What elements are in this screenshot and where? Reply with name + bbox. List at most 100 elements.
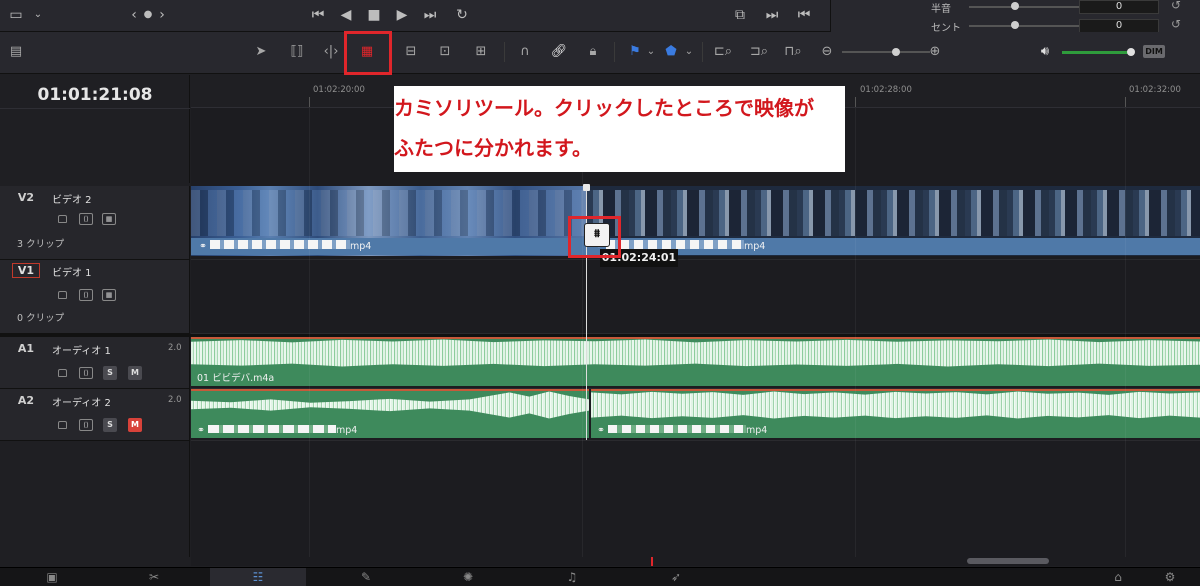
mute-button[interactable]: M	[128, 366, 142, 380]
fusion-page-icon[interactable]: ✎	[336, 568, 396, 586]
mute-button[interactable]: M	[128, 418, 142, 432]
track-header-v2[interactable]: V2 ビデオ 2 ⟨⟩ ▦ 3 クリップ	[0, 186, 190, 260]
auto-select-icon[interactable]: ⟨⟩	[79, 289, 93, 301]
zoom-slider-knob[interactable]	[892, 48, 900, 56]
film-icon[interactable]: ▦	[102, 213, 116, 225]
lock-icon[interactable]	[58, 291, 67, 299]
cut-page-icon[interactable]: ✂	[124, 568, 184, 586]
dim-button[interactable]: DIM	[1143, 45, 1165, 58]
reset-icon[interactable]: ↺	[1171, 17, 1181, 31]
semitone-value[interactable]: 0	[1079, 0, 1159, 14]
match-frame-icon[interactable]: ⧉	[730, 6, 750, 24]
cent-slider[interactable]	[969, 25, 1079, 27]
track-name[interactable]: オーディオ 1	[52, 342, 111, 357]
track-a1[interactable]: 01 ビビデバ.m4a	[191, 337, 1200, 389]
dynamic-trim-icon[interactable]: ‹|›	[318, 41, 344, 63]
link-icon: ⚭	[199, 241, 210, 252]
pitch-semitone-label: 半音	[931, 4, 951, 15]
track-header-v1[interactable]: V1 ビデオ 1 ⟨⟩ ▦ 0 クリップ	[0, 260, 190, 334]
edit-page-icon[interactable]: ☷	[210, 568, 306, 586]
track-header-a2[interactable]: A2 オーディオ 2 2.0 ⟨⟩ S M	[0, 389, 190, 441]
audio-clip[interactable]: 01 ビビデバ.m4a	[191, 337, 1200, 386]
snapping-icon[interactable]: ∩	[512, 41, 538, 63]
playhead-handle[interactable]	[583, 184, 590, 191]
replace-clip-icon[interactable]: ⊞	[468, 41, 494, 63]
timeline-view-options-icon[interactable]: ▤	[4, 41, 28, 63]
stop-icon[interactable]: ■	[364, 6, 384, 24]
detail-zoom-icon[interactable]: ⊐⌕	[746, 41, 772, 63]
timeline-empty-area[interactable]	[191, 441, 1200, 557]
audio-clip[interactable]: ⚭ mp4	[591, 389, 1200, 438]
trim-tool-icon[interactable]: ⟦⟧	[284, 41, 310, 63]
redacted-filename	[207, 425, 336, 433]
clip-thumbnails	[587, 190, 1200, 236]
cent-slider-knob[interactable]	[1011, 21, 1019, 29]
semitone-slider-knob[interactable]	[1011, 2, 1019, 10]
track-name[interactable]: ビデオ 2	[52, 191, 92, 206]
auto-select-icon[interactable]: ⟨⟩	[79, 419, 93, 431]
track-v2[interactable]: ⚭ mp4 ⚭ mp4	[191, 186, 1200, 260]
clip-filename: mp4	[743, 241, 766, 252]
semitone-slider[interactable]	[969, 6, 1079, 8]
gear-icon[interactable]: ⚙	[1150, 568, 1190, 586]
solo-button[interactable]: S	[103, 418, 117, 432]
go-to-end-icon[interactable]: ⏭	[420, 6, 440, 24]
next-icon[interactable]: ›	[152, 6, 172, 24]
play-reverse-icon[interactable]: ◀	[336, 6, 356, 24]
insert-clip-icon[interactable]: ⊟	[398, 41, 424, 63]
loop-icon[interactable]: ↻	[452, 6, 472, 24]
zoom-in-icon[interactable]: ⊕	[922, 41, 948, 63]
custom-zoom-icon[interactable]: ⊓⌕	[780, 41, 806, 63]
next-edit-icon[interactable]: ⏭	[762, 6, 782, 24]
play-icon[interactable]: ▶	[392, 6, 412, 24]
track-id[interactable]: V1	[12, 263, 40, 278]
volume-slider[interactable]	[1062, 51, 1130, 54]
track-a2[interactable]: ⚭ mp4 ⚭ mp4	[191, 389, 1200, 441]
previous-edit-icon[interactable]: ⏮	[794, 6, 814, 24]
ruler-tick-label: 01:02:28:00	[860, 85, 912, 95]
cent-value[interactable]: 0	[1079, 19, 1159, 33]
lock-icon[interactable]	[58, 215, 67, 223]
chevron-down-icon[interactable]: ⌄	[28, 6, 48, 24]
full-extent-zoom-icon[interactable]: ⊏⌕	[710, 41, 736, 63]
film-icon[interactable]: ▦	[102, 289, 116, 301]
fairlight-page-icon[interactable]: ♫	[542, 568, 602, 586]
edit-toolbar: ▤ ➤ ⟦⟧ ‹|› ▦ ⊟ ⊡ ⊞ ∩ 🔗︎ 🔒︎ ⚑ ⌄ ⬟ ⌄ ⊏⌕ ⊐⌕…	[0, 32, 1200, 74]
track-name[interactable]: ビデオ 1	[52, 264, 92, 279]
scrollbar-thumb[interactable]	[967, 558, 1049, 564]
lock-icon[interactable]	[58, 421, 67, 429]
reset-icon[interactable]: ↺	[1171, 0, 1181, 12]
go-to-start-icon[interactable]: ⏮	[308, 6, 328, 24]
zoom-out-icon[interactable]: ⊖	[814, 41, 840, 63]
deliver-page-icon[interactable]: ➶	[646, 568, 706, 586]
chevron-down-icon[interactable]: ⌄	[676, 41, 702, 63]
clip-label: ⚭ mp4	[587, 238, 1200, 255]
auto-select-icon[interactable]: ⟨⟩	[79, 367, 93, 379]
color-page-icon[interactable]: ✺	[438, 568, 498, 586]
selection-tool-icon[interactable]: ➤	[248, 41, 274, 63]
track-name[interactable]: オーディオ 2	[52, 394, 111, 409]
linked-selection-icon[interactable]: 🔗︎	[546, 41, 572, 63]
clip-label: ⚭ mp4	[191, 238, 586, 255]
channel-format: 2.0	[168, 395, 182, 405]
timeline-scrollbar[interactable]	[191, 557, 1200, 566]
redacted-filename	[209, 240, 350, 249]
timeline-timecode[interactable]: 01:01:21:08	[0, 85, 190, 105]
volume-icon[interactable]: 🔊︎	[1032, 41, 1058, 63]
home-icon[interactable]: ⌂	[1098, 568, 1138, 586]
track-header-a1[interactable]: A1 オーディオ 1 2.0 ⟨⟩ S M	[0, 337, 190, 389]
media-page-icon[interactable]: ▣	[22, 568, 82, 586]
track-v1[interactable]	[191, 260, 1200, 334]
annotation-callout: カミソリツール。クリックしたところで映像が ふたつに分かれます。	[394, 86, 845, 172]
lock-icon[interactable]	[58, 369, 67, 377]
auto-select-icon[interactable]: ⟨⟩	[79, 213, 93, 225]
position-lock-icon[interactable]: 🔒︎	[580, 41, 606, 63]
volume-slider-knob[interactable]	[1127, 48, 1135, 56]
overwrite-clip-icon[interactable]: ⊡	[432, 41, 458, 63]
clip-label: ⚭ mp4	[591, 423, 767, 438]
zoom-slider[interactable]	[842, 51, 930, 53]
viewer-layout-icon[interactable]: ▭	[6, 6, 26, 24]
solo-button[interactable]: S	[103, 366, 117, 380]
callout-text: ふたつに分かれます。	[394, 136, 592, 160]
audio-clip[interactable]: ⚭ mp4	[191, 389, 589, 438]
